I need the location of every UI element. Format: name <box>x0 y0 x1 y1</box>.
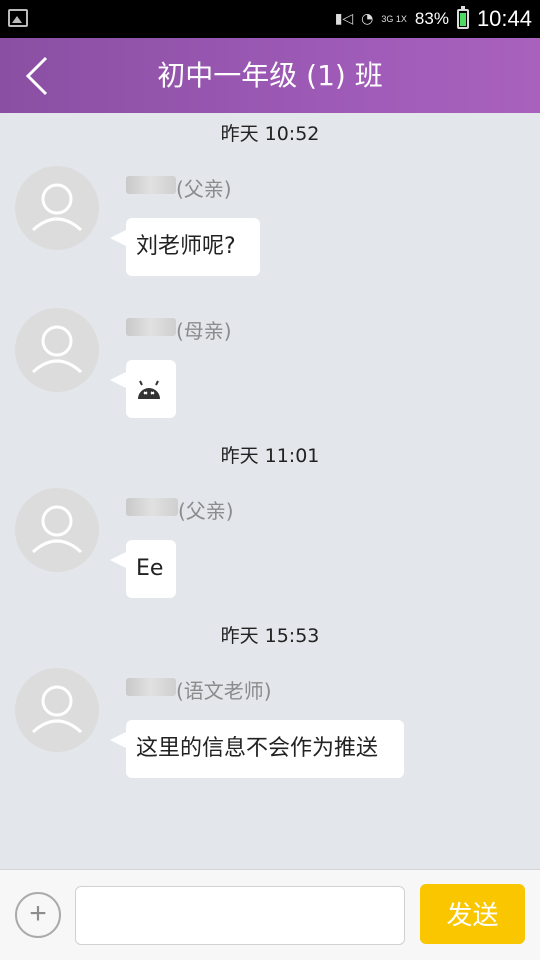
time-separator: 昨天 15:53 <box>220 625 320 647</box>
user-icon <box>31 685 83 734</box>
sender-role: (父亲) <box>178 499 234 523</box>
status-bar: ▮◁ ◔ 3G 1X 83% 10:44 <box>0 0 540 38</box>
wifi-icon: ◔ <box>361 11 374 27</box>
sender-name-blurred <box>126 678 176 696</box>
avatar[interactable] <box>15 668 99 752</box>
message-input[interactable] <box>75 886 405 945</box>
user-icon <box>31 505 83 554</box>
time-separator: 昨天 10:52 <box>220 123 320 145</box>
message-bubble[interactable]: 刘老师呢? <box>110 218 260 276</box>
sender-name-blurred <box>126 498 178 516</box>
user-icon <box>31 183 83 232</box>
avatar[interactable] <box>15 488 99 572</box>
sender-role: (语文老师) <box>176 679 272 703</box>
status-right: ▮◁ ◔ 3G 1X 83% 10:44 <box>335 0 532 38</box>
sender-role: (父亲) <box>176 177 232 201</box>
network-type: 3G 1X <box>381 13 407 24</box>
send-button[interactable]: 发送 <box>420 884 525 944</box>
app-header: 初中一年级 (1) 班 <box>0 38 540 113</box>
gallery-icon <box>8 9 28 27</box>
time-separator: 昨天 11:01 <box>220 445 320 467</box>
user-icon <box>31 325 83 374</box>
message-bubble[interactable]: Ee <box>110 540 176 598</box>
message-bubble[interactable]: 这里的信息不会作为推送 <box>110 720 404 778</box>
page-title: 初中一年级 (1) 班 <box>157 59 383 92</box>
clock: 10:44 <box>476 6 532 31</box>
sender-role: (母亲) <box>176 319 232 343</box>
plus-icon[interactable]: + <box>15 892 61 938</box>
avatar[interactable] <box>15 308 99 392</box>
battery-percent: 83% <box>414 9 449 28</box>
message-bubble[interactable] <box>110 360 176 418</box>
input-bar: + 发送 <box>0 869 540 960</box>
silent-icon: ▮◁ <box>334 11 354 27</box>
chat-area[interactable]: 昨天 10:52 (父亲) 刘老师呢? (母亲) 昨天 11:01 (父亲) E… <box>0 113 540 869</box>
battery-icon <box>456 6 469 29</box>
avatar[interactable] <box>15 166 99 250</box>
android-face-icon <box>138 380 160 399</box>
sender-name-blurred <box>126 318 176 336</box>
sender-name-blurred <box>126 176 176 194</box>
